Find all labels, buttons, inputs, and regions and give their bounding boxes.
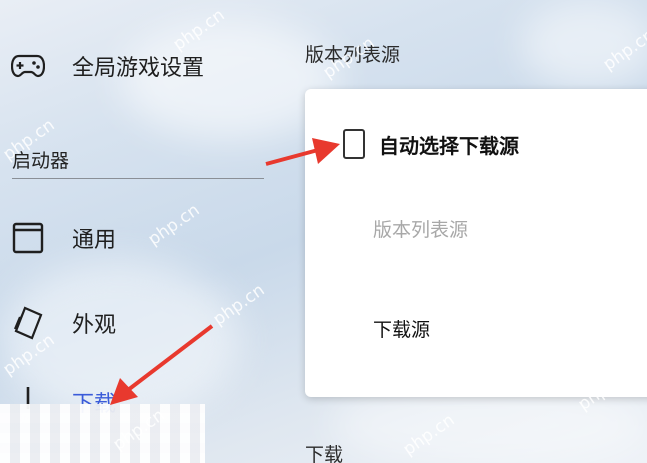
- launcher-settings-screen: 全局游戏设置 启动器 通用 外观 下载 版本列表源: [0, 0, 647, 463]
- sidebar-item-label: 通用: [72, 228, 117, 253]
- window-icon: [10, 220, 46, 256]
- sidebar-item-global-game-settings[interactable]: 全局游戏设置: [10, 48, 204, 84]
- auto-select-source-option[interactable]: 自动选择下载源: [343, 129, 519, 159]
- sidebar-item-label: 全局游戏设置: [72, 56, 205, 81]
- section-heading-download: 下载: [305, 444, 344, 463]
- sidebar-item-appearance[interactable]: 外观: [10, 305, 116, 341]
- sidebar-divider: [12, 178, 264, 179]
- auto-select-label: 自动选择下载源: [379, 133, 519, 158]
- download-source-field[interactable]: 下载源: [373, 315, 430, 342]
- sidebar-item-general[interactable]: 通用: [10, 220, 116, 256]
- sidebar-item-label: 外观: [72, 313, 117, 338]
- gamepad-icon: [10, 48, 46, 84]
- version-list-source-field: 版本列表源: [373, 219, 469, 241]
- watermark: php.cn: [144, 200, 204, 250]
- auto-select-checkbox[interactable]: [343, 129, 365, 159]
- download-source-card: 自动选择下载源 版本列表源 下载源: [305, 89, 647, 397]
- pixelated-area: [0, 404, 205, 463]
